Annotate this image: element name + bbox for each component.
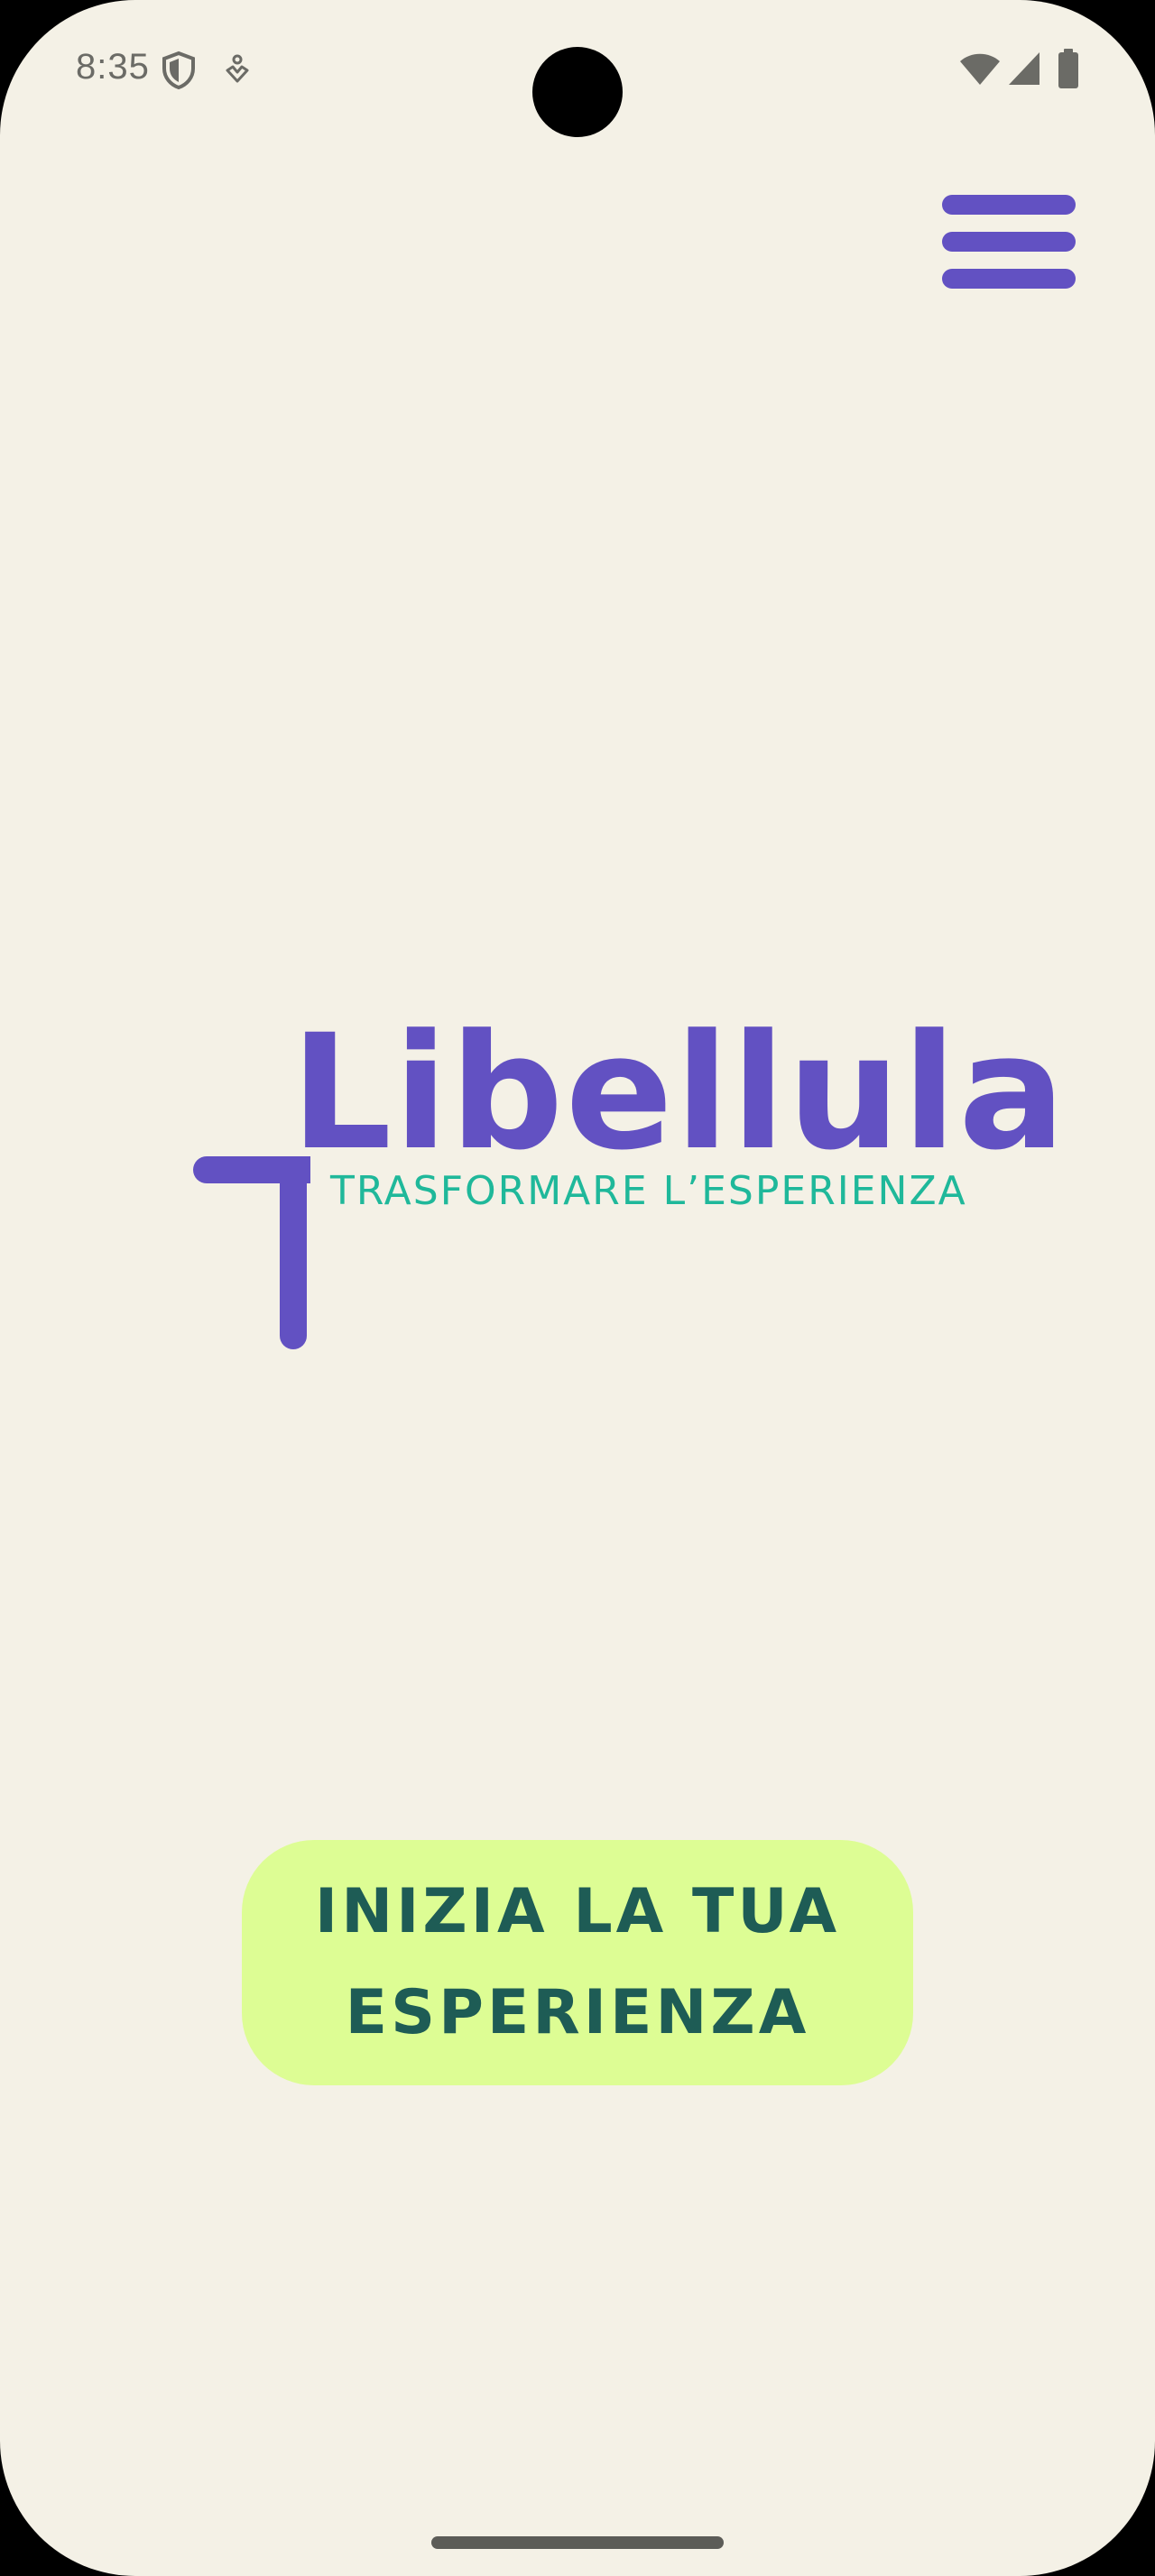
- logo-cross-vertical: [280, 1156, 307, 1349]
- menu-bar-top: [942, 195, 1076, 215]
- menu-bar-bottom: [942, 269, 1076, 289]
- shield-icon: [162, 51, 195, 90]
- logo-tagline: TRASFORMARE L’ESPERIENZA: [330, 1168, 967, 1214]
- accessibility-icon: [226, 54, 249, 83]
- menu-bar-middle: [942, 232, 1076, 252]
- signal-icon: [1009, 52, 1040, 85]
- camera-cutout: [532, 47, 623, 137]
- battery-icon: [1058, 49, 1078, 88]
- wifi-icon: [960, 53, 1000, 85]
- app-screen: 8:35 Libellula TRASFORMARE L’ESPERIENZA …: [0, 0, 1155, 2576]
- logo-wordmark: Libellula: [291, 1000, 1067, 1185]
- start-experience-label: INIZIA LA TUA ESPERIENZA: [314, 1876, 841, 2048]
- home-indicator[interactable]: [431, 2536, 724, 2549]
- hamburger-menu-icon[interactable]: [938, 191, 1079, 292]
- status-time: 8:35: [76, 47, 150, 87]
- start-experience-button[interactable]: INIZIA LA TUA ESPERIENZA: [242, 1840, 913, 2085]
- libellula-logo: Libellula TRASFORMARE L’ESPERIENZA: [189, 1014, 1066, 1349]
